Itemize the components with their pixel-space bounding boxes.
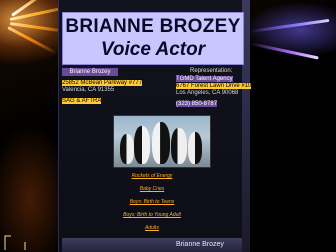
corner-bracket-decoration xyxy=(3,234,55,252)
light-ray xyxy=(249,42,319,60)
penguin xyxy=(171,128,187,164)
page: BRIANNE BROZEY Voice Actor Brianne Broze… xyxy=(0,0,336,252)
agency-city: Los Angeles, CA 90068 xyxy=(176,90,239,96)
contact-union: SAG & AFTRA xyxy=(62,98,102,104)
penguins-photo xyxy=(113,115,211,168)
page-subtitle: Voice Actor xyxy=(100,39,206,60)
agency-phone: (323) 850-8787 xyxy=(176,101,218,107)
penguin xyxy=(134,126,150,164)
nav-link-rockets-of-energy[interactable]: Rockets of Energy xyxy=(62,173,242,179)
page-title: BRIANNE BROZEY xyxy=(65,16,241,37)
nav-link-boys-birth-to-teens[interactable]: Boys: Birth to Teens xyxy=(62,199,242,205)
footer-name: Brianne Brozey xyxy=(176,241,224,248)
nav-link-adults[interactable]: Adults xyxy=(62,225,242,231)
nav-link-boys-birth-to-young-adult[interactable]: Boys: Birth to Young Adult xyxy=(62,212,242,218)
agency-name: TGMD Talent Agency xyxy=(176,76,233,82)
penguin xyxy=(152,122,170,164)
contact-address-line1: 25852 McBean Parkway #777 xyxy=(62,80,143,86)
contact-address-line2: Valencia, CA 91355 xyxy=(62,87,115,93)
nav-link-baby-cries[interactable]: Baby Cries xyxy=(62,186,242,192)
penguin xyxy=(120,134,134,164)
contact-name-bar: Brianne Brozey xyxy=(62,68,118,76)
title-banner: BRIANNE BROZEY Voice Actor xyxy=(62,12,244,65)
agency-street: 6767 Forest Lawn Drive #10 xyxy=(176,83,252,89)
light-ray xyxy=(249,18,330,33)
representation-label: Representation: xyxy=(190,68,233,74)
penguin xyxy=(188,132,202,164)
